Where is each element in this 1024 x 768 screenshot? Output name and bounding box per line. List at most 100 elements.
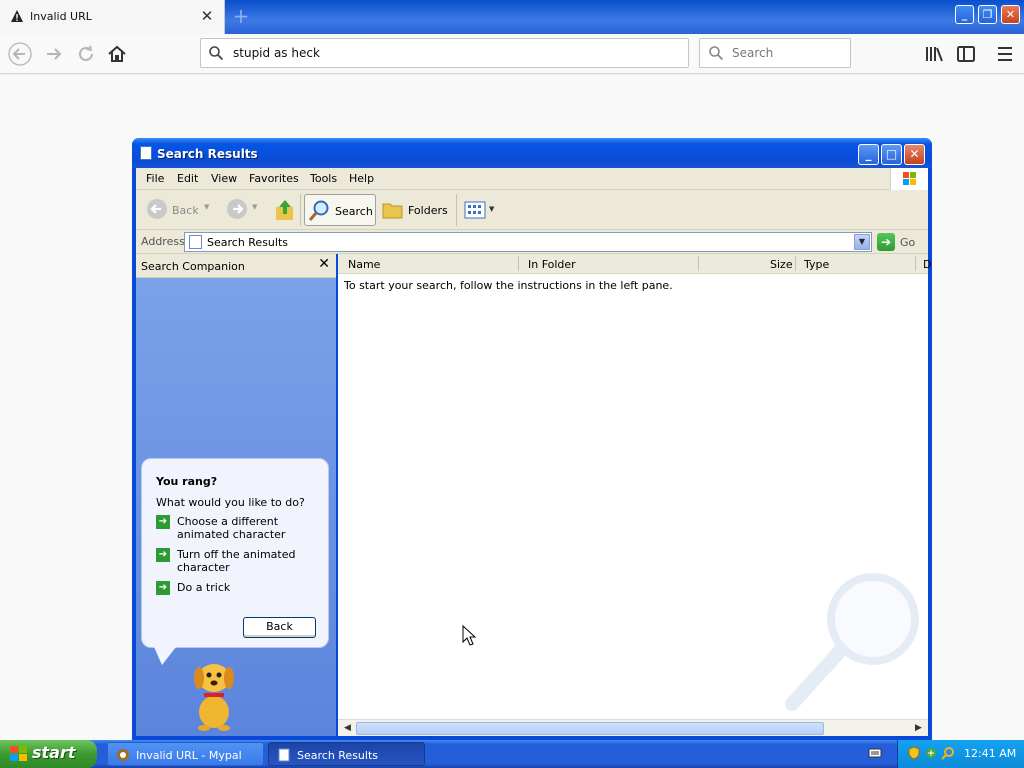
column-divider[interactable] [795,256,796,271]
menu-edit[interactable]: Edit [177,172,198,185]
magnifier-icon [308,200,329,221]
column-divider[interactable] [915,256,916,271]
toolbar-separator [300,194,301,226]
chevron-down-icon: ▼ [252,203,258,211]
search-doc-icon [278,748,290,762]
column-in-folder[interactable]: In Folder [528,258,576,271]
balloon-back-button[interactable]: Back [243,617,316,638]
scrollbar-thumb[interactable] [356,722,824,735]
search-tray-icon[interactable] [941,746,955,760]
scroll-right-icon[interactable]: ▶ [911,721,926,736]
close-window-button[interactable]: ✕ [1001,5,1020,24]
address-label: Address [141,235,185,248]
address-value: Search Results [207,236,289,249]
toolbar-separator [456,194,457,226]
balloon-prompt: What would you like to do? [156,496,305,509]
url-bar-value: stupid as heck [233,46,320,60]
browser-navbar: stupid as heck Search [0,34,1024,74]
forward-arrow-icon[interactable] [42,42,66,66]
column-divider[interactable] [698,256,699,271]
standard-toolbar: Back ▼ ▼ Search Folders ▼ [136,190,928,230]
address-bar: Address Search Results ▼ ➔ Go [136,230,928,254]
taskbar-item-search-results[interactable]: Search Results [268,742,425,766]
close-tab-icon[interactable]: ✕ [199,8,215,24]
chevron-down-icon[interactable]: ▼ [854,234,870,250]
url-bar[interactable]: stupid as heck [200,38,689,68]
windows-flag-icon [10,746,27,761]
keyboard-icon[interactable] [868,747,882,759]
address-input[interactable]: Search Results ▼ [184,232,872,252]
search-button[interactable]: Search [304,194,376,226]
forward-arrow-icon [227,199,247,219]
windows-logo-icon [890,168,928,190]
green-arrow-icon: ➔ [156,515,170,529]
search-results-window: Search Results _ □ ✕ File Edit View Favo… [132,138,932,740]
network-icon[interactable] [924,746,938,760]
column-name[interactable]: Name [348,258,380,271]
magnifier-watermark-icon [785,573,919,711]
window-titlebar[interactable]: Search Results _ □ ✕ [132,138,932,168]
hamburger-menu-icon[interactable] [993,42,1017,66]
mouse-cursor-icon [462,625,476,646]
security-shield-icon[interactable] [907,746,921,760]
column-size[interactable]: Size [770,258,793,271]
go-button[interactable]: ➔ Go [876,232,924,252]
scroll-left-icon[interactable]: ◀ [340,721,355,736]
menu-help[interactable]: Help [349,172,374,185]
chevron-down-icon: ▼ [204,203,210,211]
back-arrow-icon [147,199,167,219]
window-minimize-button[interactable]: _ [858,144,879,165]
rover-dog-icon[interactable] [186,656,242,732]
tab-title: Invalid URL [30,10,92,23]
browser-tab[interactable]: Invalid URL ✕ [0,0,225,34]
library-icon[interactable] [922,42,946,66]
folders-icon [382,203,403,219]
balloon-question: You rang? [156,475,218,488]
forward-button[interactable]: ▼ [224,194,262,226]
warning-icon [11,10,23,22]
up-folder-button[interactable] [272,194,298,226]
menu-favorites[interactable]: Favorites [249,172,299,185]
results-pane: Name In Folder Size Type D To start your… [338,254,931,736]
column-date[interactable]: D [923,258,931,271]
clock: 12:41 AM [964,747,1017,760]
menu-file[interactable]: File [146,172,164,185]
sidebar-icon[interactable] [954,42,978,66]
menu-bar: File Edit View Favorites Tools Help [136,168,928,190]
new-tab-icon[interactable]: + [232,5,250,27]
search-icon [209,46,224,61]
views-button[interactable]: ▼ [462,194,498,226]
results-message: To start your search, follow the instruc… [344,279,673,292]
search-companion-title: Search Companion [141,260,245,273]
go-arrow-icon: ➔ [877,233,895,251]
companion-balloon: You rang? What would you like to do? ➔ C… [141,458,329,665]
browser-icon [117,749,129,761]
taskbar: start Invalid URL - Mypal Search Results… [0,740,1024,768]
search-doc-icon [140,146,152,160]
window-close-button[interactable]: ✕ [904,144,925,165]
back-arrow-icon[interactable] [8,42,32,66]
folders-button[interactable]: Folders [382,194,452,226]
reload-icon[interactable] [74,42,98,66]
search-companion-pane: Search Companion ✕ You rang? What would … [136,254,336,736]
taskbar-item-mypal[interactable]: Invalid URL - Mypal [107,742,264,766]
views-icon [464,201,486,219]
horizontal-scrollbar[interactable]: ◀ ▶ [338,719,928,736]
column-header-row: Name In Folder Size Type D [338,254,931,274]
close-icon[interactable]: ✕ [318,256,330,272]
restore-button[interactable]: ❐ [978,5,997,24]
column-type[interactable]: Type [804,258,829,271]
menu-view[interactable]: View [211,172,237,185]
column-divider[interactable] [518,256,519,271]
search-bar[interactable]: Search [699,38,851,68]
home-icon[interactable] [105,42,129,66]
back-button[interactable]: Back ▼ [144,194,214,226]
browser-tab-bar: Invalid URL ✕ + _ ❐ ✕ [0,0,1024,34]
window-maximize-button[interactable]: □ [881,144,902,165]
green-arrow-icon: ➔ [156,581,170,595]
chevron-down-icon: ▼ [489,205,495,213]
system-tray: 12:41 AM [897,740,1024,768]
start-button[interactable]: start [0,740,97,768]
menu-tools[interactable]: Tools [310,172,337,185]
minimize-button[interactable]: _ [955,5,974,24]
